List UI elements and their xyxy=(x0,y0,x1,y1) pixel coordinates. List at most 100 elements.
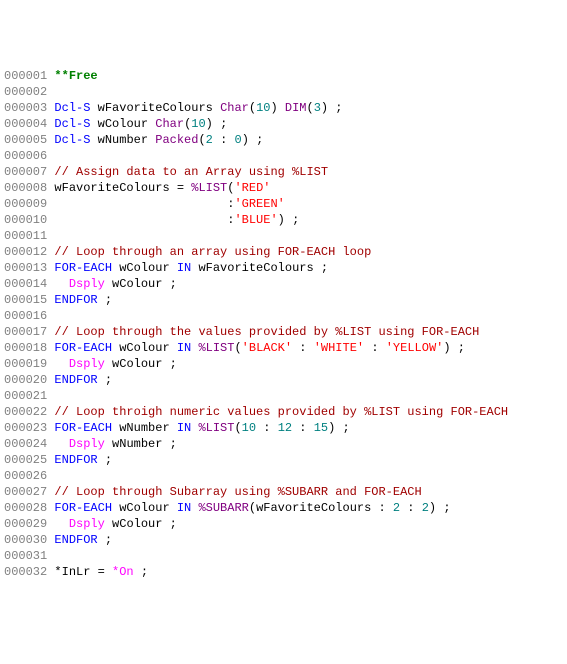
line-number: 000017 xyxy=(4,325,47,339)
line-number: 000012 xyxy=(4,245,47,259)
code-token: : xyxy=(54,213,234,227)
code-token: : xyxy=(400,501,422,515)
code-token: Dsply xyxy=(69,517,105,531)
line-number: 000025 xyxy=(4,453,47,467)
code-line: 000029 Dsply wColour ; xyxy=(4,516,563,532)
code-token: wColour xyxy=(112,501,177,515)
line-number: 000015 xyxy=(4,293,47,307)
code-line: 000002 xyxy=(4,84,563,100)
code-line: 000024 Dsply wNumber ; xyxy=(4,436,563,452)
code-token: 10 xyxy=(242,421,256,435)
code-line: 000023 FOR-EACH wNumber IN %LIST(10 : 12… xyxy=(4,420,563,436)
line-number: 000028 xyxy=(4,501,47,515)
code-token: IN xyxy=(177,501,191,515)
code-line: 000008 wFavoriteColours = %LIST('RED' xyxy=(4,180,563,196)
code-line: 000013 FOR-EACH wColour IN wFavoriteColo… xyxy=(4,260,563,276)
code-token: 3 xyxy=(314,101,321,115)
code-token: wColour xyxy=(112,341,177,355)
code-token: ( xyxy=(198,133,205,147)
code-line: 000005 Dcl-S wNumber Packed(2 : 0) ; xyxy=(4,132,563,148)
code-line: 000030 ENDFOR ; xyxy=(4,532,563,548)
code-token: ENDFOR xyxy=(54,373,97,387)
code-token: 'RED' xyxy=(234,181,270,195)
code-line: 000031 xyxy=(4,548,563,564)
line-number: 000010 xyxy=(4,213,47,227)
code-token: : xyxy=(256,421,278,435)
line-number: 000008 xyxy=(4,181,47,195)
code-token: 'GREEN' xyxy=(234,197,284,211)
code-token: 'WHITE' xyxy=(314,341,364,355)
code-line: 000028 FOR-EACH wColour IN %SUBARR(wFavo… xyxy=(4,500,563,516)
code-line: 000018 FOR-EACH wColour IN %LIST('BLACK'… xyxy=(4,340,563,356)
code-token: ) ; xyxy=(328,421,350,435)
line-number: 000011 xyxy=(4,229,47,243)
code-token: FOR-EACH xyxy=(54,341,112,355)
code-token: ( xyxy=(234,341,241,355)
code-token: ) xyxy=(270,101,284,115)
code-token: ) ; xyxy=(206,117,228,131)
code-token: // Loop through Subarray using %SUBARR a… xyxy=(54,485,421,499)
code-token: %SUBARR xyxy=(198,501,248,515)
code-line: 000021 xyxy=(4,388,563,404)
code-token: : xyxy=(292,341,314,355)
code-token: wFavoriteColours xyxy=(90,101,220,115)
code-token: **Free xyxy=(54,69,97,83)
code-token: IN xyxy=(177,261,191,275)
line-number: 000009 xyxy=(4,197,47,211)
line-number: 000013 xyxy=(4,261,47,275)
code-line: 000019 Dsply wColour ; xyxy=(4,356,563,372)
code-token: wNumber xyxy=(112,421,177,435)
code-line: 000010 :'BLUE') ; xyxy=(4,212,563,228)
code-token: 10 xyxy=(191,117,205,131)
code-token: ; xyxy=(98,453,112,467)
code-line: 000003 Dcl-S wFavoriteColours Char(10) D… xyxy=(4,100,563,116)
code-token: ( xyxy=(307,101,314,115)
code-line: 000007 // Assign data to an Array using … xyxy=(4,164,563,180)
code-token: ; xyxy=(98,373,112,387)
code-token xyxy=(54,517,68,531)
line-number: 000027 xyxy=(4,485,47,499)
code-line: 000016 xyxy=(4,308,563,324)
code-token: ENDFOR xyxy=(54,533,97,547)
line-number: 000024 xyxy=(4,437,47,451)
code-token: *On xyxy=(112,565,134,579)
code-token: *InLr = xyxy=(54,565,112,579)
line-number: 000032 xyxy=(4,565,47,579)
code-token: 15 xyxy=(314,421,328,435)
code-token: 0 xyxy=(234,133,241,147)
line-number: 000019 xyxy=(4,357,47,371)
code-token: 2 xyxy=(422,501,429,515)
code-token: // Assign data to an Array using %LIST xyxy=(54,165,328,179)
line-number: 000001 xyxy=(4,69,47,83)
line-number: 000003 xyxy=(4,101,47,115)
code-token: 12 xyxy=(278,421,292,435)
code-token: wColour ; xyxy=(105,357,177,371)
code-token: wColour ; xyxy=(105,277,177,291)
code-line: 000020 ENDFOR ; xyxy=(4,372,563,388)
code-line: 000032 *InLr = *On ; xyxy=(4,564,563,580)
code-token: wNumber ; xyxy=(105,437,177,451)
code-line: 000027 // Loop through Subarray using %S… xyxy=(4,484,563,500)
code-token: // Loop throigh numeric values provided … xyxy=(54,405,508,419)
code-line: 000012 // Loop through an array using FO… xyxy=(4,244,563,260)
code-line: 000014 Dsply wColour ; xyxy=(4,276,563,292)
line-number: 000029 xyxy=(4,517,47,531)
line-number: 000002 xyxy=(4,85,47,99)
code-token xyxy=(54,277,68,291)
code-token: Dsply xyxy=(69,357,105,371)
code-token: Packed xyxy=(155,133,198,147)
code-token: Char xyxy=(155,117,184,131)
code-line: 000017 // Loop through the values provid… xyxy=(4,324,563,340)
code-token: ENDFOR xyxy=(54,453,97,467)
code-line: 000015 ENDFOR ; xyxy=(4,292,563,308)
code-token: FOR-EACH xyxy=(54,421,112,435)
code-token: ) ; xyxy=(242,133,264,147)
code-token: Dcl-S xyxy=(54,117,90,131)
code-token: : xyxy=(213,133,235,147)
line-number: 000020 xyxy=(4,373,47,387)
code-token: wColour ; xyxy=(105,517,177,531)
code-token: wNumber xyxy=(90,133,155,147)
code-line: 000025 ENDFOR ; xyxy=(4,452,563,468)
code-token: Char xyxy=(220,101,249,115)
code-token: ( xyxy=(234,421,241,435)
